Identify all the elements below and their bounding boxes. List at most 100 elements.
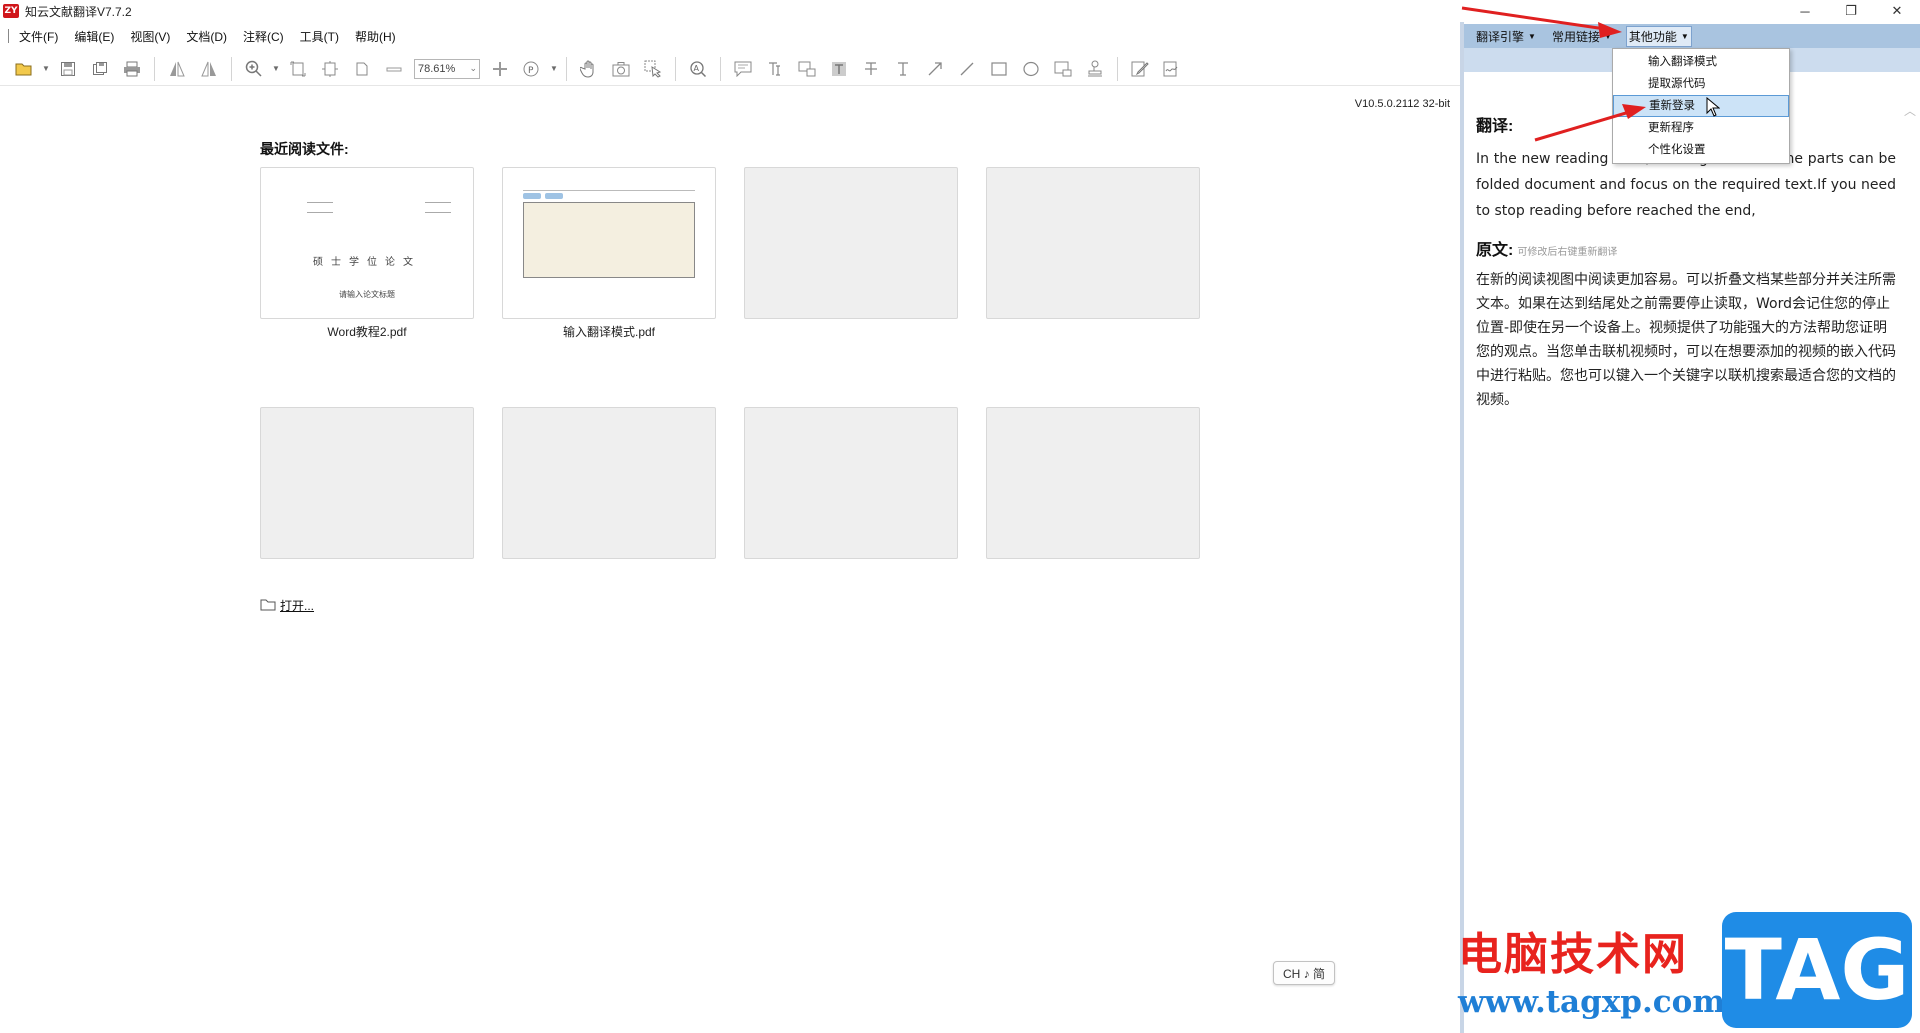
page-dropdown-icon[interactable]: ▼ <box>549 57 559 81</box>
thumb-badge <box>545 193 563 199</box>
open-file-link[interactable]: 打开... <box>260 597 314 614</box>
menu-item-input-translate-mode[interactable]: 输入翻译模式 <box>1613 51 1789 73</box>
other-functions-dropdown: 输入翻译模式 提取源代码 重新登录 更新程序 个性化设置 <box>1612 48 1790 164</box>
stamp-icon[interactable] <box>1083 57 1107 81</box>
original-hint: 可修改后右键重新翻译 <box>1517 247 1618 258</box>
menu-item-update[interactable]: 更新程序 <box>1613 117 1789 139</box>
recent-file-thumbnail-1[interactable]: 硕士学位论文 请输入论文标题 <box>260 167 474 319</box>
menu-item-extract-source[interactable]: 提取源代码 <box>1613 73 1789 95</box>
toolbar-separator <box>720 56 721 81</box>
common-links-label: 常用链接 <box>1551 29 1600 44</box>
other-functions-menu[interactable]: 其他功能 ▼ <box>1625 25 1692 47</box>
common-links-menu[interactable]: 常用链接 ▼ <box>1550 27 1614 46</box>
select-icon[interactable] <box>641 57 665 81</box>
original-text[interactable]: 在新的阅读视图中阅读更加容易。可以折叠文档某些部分并关注所需文本。如果在达到结尾… <box>1476 268 1896 412</box>
typewriter-icon[interactable] <box>891 57 915 81</box>
fit-page-icon[interactable] <box>286 57 310 81</box>
zoom-level-value: 78.61% <box>418 62 456 75</box>
original-heading-label: 原文: <box>1476 242 1514 259</box>
window-controls: ─ ❐ ✕ <box>1782 0 1920 22</box>
menu-document[interactable]: 文档(D) <box>186 28 227 45</box>
close-button[interactable]: ✕ <box>1874 0 1920 22</box>
zoom-level-input[interactable]: 78.61% ⌄ <box>414 58 480 79</box>
empty-thumbnail-slot <box>502 407 716 559</box>
menu-help[interactable]: 帮助(H) <box>355 28 396 45</box>
zoom-plus-icon[interactable] <box>488 57 512 81</box>
note-icon[interactable] <box>731 57 755 81</box>
stamp-image-icon[interactable] <box>1051 57 1075 81</box>
translation-engine-label: 翻译引擎 <box>1476 29 1525 44</box>
recent-file-name-1[interactable]: Word教程2.pdf <box>260 323 474 340</box>
thumb-rule <box>523 190 695 191</box>
find-icon[interactable]: A <box>686 57 710 81</box>
rotate-left-icon[interactable] <box>165 57 189 81</box>
app-logo-icon: ZY <box>3 4 19 18</box>
translation-panel: 翻译引擎 ▼ 常用链接 ▼ 其他功能 ▼ ︿ 翻译: In the new re… <box>1464 22 1920 1033</box>
ime-indicator[interactable]: CH ♪ 简 <box>1273 961 1335 985</box>
edit-icon[interactable] <box>1128 57 1152 81</box>
translation-heading: 翻译: <box>1476 118 1514 135</box>
rectangle-icon[interactable] <box>987 57 1011 81</box>
empty-thumbnail-slot <box>986 167 1200 319</box>
mouse-cursor-icon <box>1706 97 1720 117</box>
toolbar-separator <box>231 56 232 81</box>
hand-icon[interactable] <box>577 57 601 81</box>
menu-comment[interactable]: 注释(C) <box>243 28 284 45</box>
open-dropdown-icon[interactable]: ▼ <box>41 57 51 81</box>
page-icon[interactable]: P <box>520 57 544 81</box>
start-page: V10.5.0.2112 32-bit 最近阅读文件: 硕士学位论文 请输入论文… <box>0 87 1460 1033</box>
menu-grip <box>8 29 9 43</box>
sign-icon[interactable] <box>1160 57 1184 81</box>
menu-view[interactable]: 视图(V) <box>130 28 170 45</box>
thumb-preview-box <box>523 202 695 278</box>
translation-engine-menu[interactable]: 翻译引擎 ▼ <box>1474 27 1538 46</box>
menu-file[interactable]: 文件(F) <box>19 28 58 45</box>
actual-size-icon[interactable] <box>350 57 374 81</box>
svg-text:P: P <box>528 66 534 76</box>
menu-edit[interactable]: 编辑(E) <box>74 28 114 45</box>
maximize-button[interactable]: ❐ <box>1828 0 1874 22</box>
image-select-icon[interactable] <box>795 57 819 81</box>
menu-tools[interactable]: 工具(T) <box>300 28 339 45</box>
thumb-heading: 硕士学位论文 <box>313 257 421 268</box>
recent-file-thumbnail-2[interactable] <box>502 167 716 319</box>
print-icon[interactable] <box>120 57 144 81</box>
menu-item-relogin[interactable]: 重新登录 <box>1613 95 1789 117</box>
rotate-right-icon[interactable] <box>197 57 221 81</box>
save-all-icon[interactable] <box>88 57 112 81</box>
arrow-icon[interactable] <box>923 57 947 81</box>
empty-thumbnail-slot <box>260 407 474 559</box>
recent-file-name-2[interactable]: 输入翻译模式.pdf <box>502 323 716 340</box>
toolbar-separator <box>675 56 676 81</box>
empty-thumbnail-slot <box>986 407 1200 559</box>
menu-item-personalize[interactable]: 个性化设置 <box>1613 139 1789 161</box>
open-folder-icon[interactable] <box>12 57 36 81</box>
text-select-icon[interactable] <box>763 57 787 81</box>
strikeout-icon[interactable] <box>859 57 883 81</box>
save-icon[interactable] <box>56 57 80 81</box>
fit-width-icon[interactable] <box>318 57 342 81</box>
highlight-icon[interactable] <box>827 57 851 81</box>
main-toolbar: ▼ ▼ 78.61% ⌄ P ▼ A <box>0 52 1460 86</box>
title-bar: ZY 知云文献翻译V7.7.2 ─ ❐ ✕ <box>0 0 1920 22</box>
recent-files-title: 最近阅读文件: <box>260 141 349 157</box>
toolbar-separator <box>154 56 155 81</box>
panel-toolbar: 翻译引擎 ▼ 常用链接 ▼ 其他功能 ▼ <box>1464 24 1920 48</box>
folder-icon <box>260 598 276 614</box>
snapshot-icon[interactable] <box>609 57 633 81</box>
chevron-down-icon[interactable]: ⌄ <box>469 63 477 74</box>
line-icon[interactable] <box>955 57 979 81</box>
ellipse-icon[interactable] <box>1019 57 1043 81</box>
zoom-in-icon[interactable] <box>242 57 266 81</box>
caret-down-icon: ▼ <box>1603 31 1612 41</box>
original-heading: 原文: 可修改后右键重新翻译 <box>1476 236 1617 260</box>
thumb-line <box>425 202 451 203</box>
thumb-badge <box>523 193 541 199</box>
zoom-out-icon[interactable] <box>382 57 406 81</box>
open-file-label: 打开... <box>280 599 315 613</box>
zoom-dropdown-icon[interactable]: ▼ <box>271 57 281 81</box>
thumb-line <box>307 212 333 213</box>
toolbar-separator <box>1117 56 1118 81</box>
scroll-up-icon[interactable]: ︿ <box>1904 102 1916 119</box>
minimize-button[interactable]: ─ <box>1782 0 1828 22</box>
